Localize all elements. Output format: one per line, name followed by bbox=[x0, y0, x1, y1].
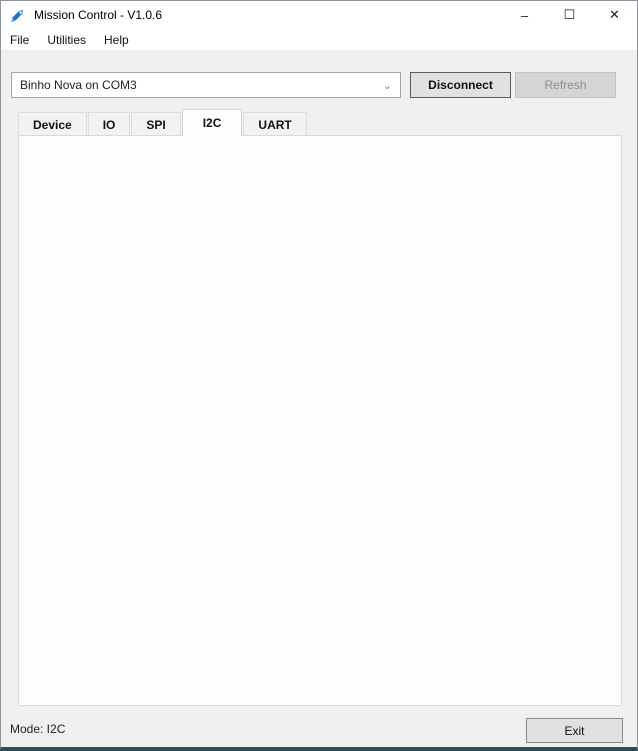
app-icon bbox=[10, 7, 26, 23]
tab-uart[interactable]: UART bbox=[243, 112, 306, 136]
window-title: Mission Control - V1.0.6 bbox=[34, 8, 162, 22]
tab-io[interactable]: IO bbox=[88, 112, 131, 136]
window-controls: – ☐ ✕ bbox=[502, 1, 637, 29]
menu-utilities[interactable]: Utilities bbox=[38, 29, 95, 51]
menu-bar: File Utilities Help bbox=[1, 29, 637, 51]
tab-strip: Device IO SPI I2C UART bbox=[18, 109, 308, 136]
close-button[interactable]: ✕ bbox=[592, 1, 637, 29]
menu-file[interactable]: File bbox=[1, 29, 38, 51]
port-select-value: Binho Nova on COM3 bbox=[20, 78, 137, 92]
tab-device[interactable]: Device bbox=[18, 112, 87, 136]
maximize-button[interactable]: ☐ bbox=[547, 1, 592, 29]
port-select[interactable]: Binho Nova on COM3 ⌄ bbox=[11, 72, 401, 98]
chevron-down-icon: ⌄ bbox=[383, 79, 392, 92]
tab-spi[interactable]: SPI bbox=[131, 112, 180, 136]
title-bar: Mission Control - V1.0.6 – ☐ ✕ bbox=[1, 1, 637, 29]
exit-button[interactable]: Exit bbox=[526, 718, 623, 743]
tab-i2c[interactable]: I2C bbox=[182, 109, 243, 136]
i2c-tab-panel bbox=[18, 135, 622, 706]
disconnect-button[interactable]: Disconnect bbox=[410, 72, 511, 98]
app-window: Mission Control - V1.0.6 – ☐ ✕ File Util… bbox=[0, 0, 638, 751]
refresh-button: Refresh bbox=[515, 72, 616, 98]
mode-status: Mode: I2C bbox=[10, 722, 65, 736]
minimize-button[interactable]: – bbox=[502, 1, 547, 29]
menu-help[interactable]: Help bbox=[95, 29, 138, 51]
